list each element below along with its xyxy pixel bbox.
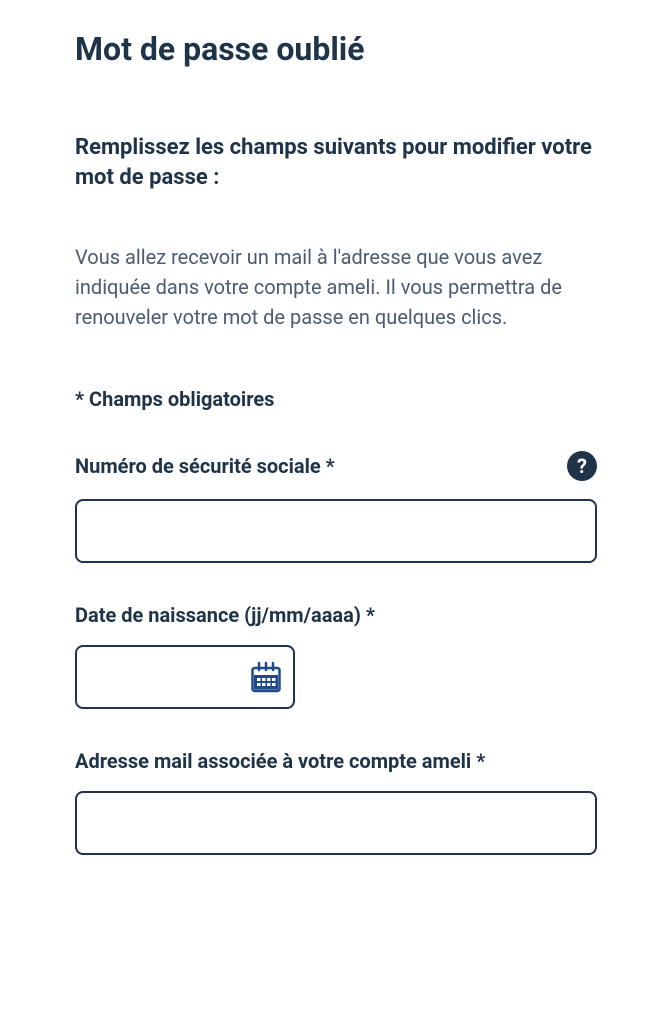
form-subtitle: Remplissez les champs suivants pour modi… [75,133,597,192]
form-description: Vous allez recevoir un mail à l'adresse … [75,242,597,332]
ssn-input[interactable] [75,499,597,563]
email-input[interactable] [75,791,597,855]
ssn-field-group: Numéro de sécurité sociale * ? [75,451,597,563]
required-fields-note: * Champs obligatoires [75,387,597,411]
email-label: Adresse mail associée à votre compte ame… [75,749,485,773]
dob-field-group: Date de naissance (jj/mm/aaaa) * [75,603,597,709]
ssn-label: Numéro de sécurité sociale * [75,454,335,478]
email-field-group: Adresse mail associée à votre compte ame… [75,749,597,855]
dob-label: Date de naissance (jj/mm/aaaa) * [75,603,375,627]
page-title: Mot de passe oublié [75,30,597,68]
dob-input[interactable] [75,645,295,709]
help-icon[interactable]: ? [567,451,597,481]
